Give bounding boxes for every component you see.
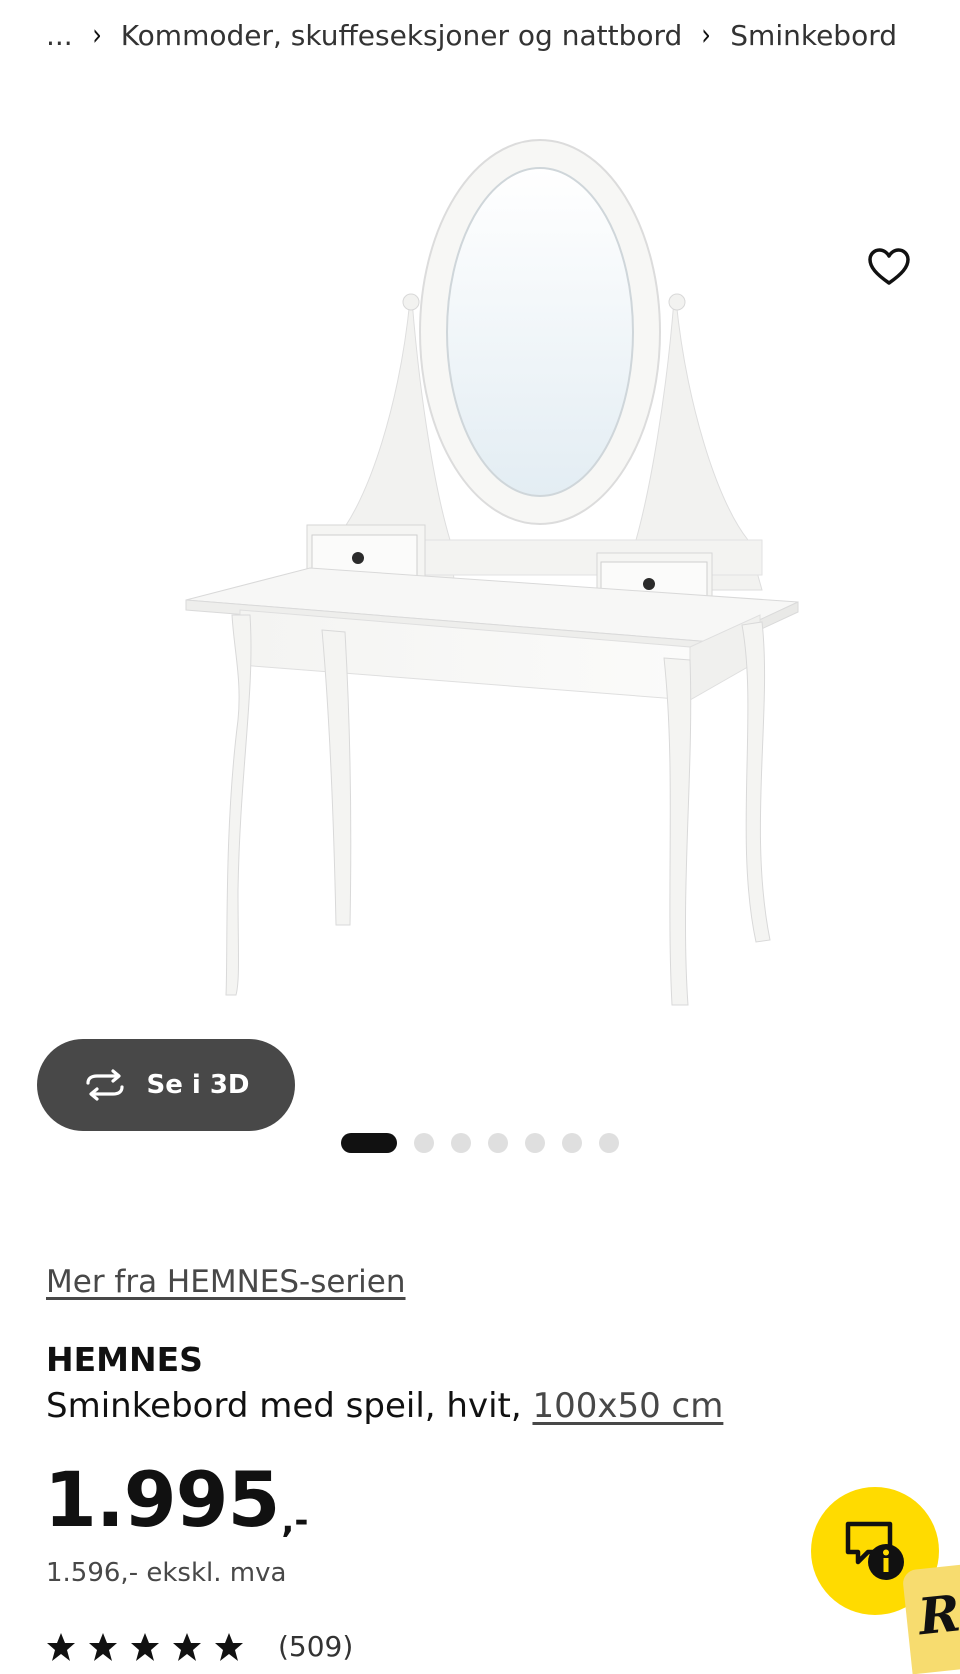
product-name: HEMNES: [46, 1340, 203, 1379]
gallery-dot[interactable]: [488, 1133, 508, 1153]
product-description-text: Sminkebord med speil, hvit,: [46, 1386, 533, 1426]
favorite-button[interactable]: [860, 238, 918, 296]
heart-icon: [868, 248, 910, 285]
product-rating[interactable]: (509): [46, 1630, 353, 1663]
star-icon: [173, 1632, 201, 1661]
badge-letter: R: [915, 1583, 960, 1647]
chevron-right-icon: ›: [701, 17, 712, 53]
product-description: Sminkebord med speil, hvit, 100x50 cm: [46, 1386, 723, 1426]
gallery-dot[interactable]: [414, 1133, 434, 1153]
product-size-link[interactable]: 100x50 cm: [532, 1386, 723, 1426]
view-in-3d-label: Se i 3D: [146, 1070, 250, 1100]
view-in-3d-button[interactable]: Se i 3D: [37, 1039, 295, 1131]
breadcrumb-item-sminkebord[interactable]: Sminkebord: [730, 19, 897, 52]
product-price: 1.995 ,-: [44, 1455, 309, 1544]
price-ex-vat: 1.596,- ekskl. mva: [46, 1558, 287, 1588]
star-icon: [131, 1632, 159, 1661]
corner-badge[interactable]: R: [901, 1563, 960, 1674]
gallery-dot[interactable]: [451, 1133, 471, 1153]
price-amount: 1.995: [44, 1455, 280, 1544]
breadcrumb-item-kommoder[interactable]: Kommoder, skuffeseksjoner og nattbord: [121, 19, 683, 52]
rating-stars: [46, 1632, 244, 1662]
series-link[interactable]: Mer fra HEMNES-serien: [46, 1264, 406, 1300]
breadcrumb-ellipsis[interactable]: ...: [46, 19, 73, 52]
gallery-dot[interactable]: [562, 1133, 582, 1153]
gallery-dot[interactable]: [525, 1133, 545, 1153]
star-icon: [215, 1632, 243, 1661]
star-icon: [47, 1632, 75, 1661]
star-icon: [89, 1632, 117, 1661]
rotate-3d-icon: [86, 1069, 125, 1101]
review-count[interactable]: (509): [278, 1630, 353, 1663]
breadcrumb: ... › Kommoder, skuffeseksjoner og nattb…: [46, 14, 897, 56]
chat-info-icon: [845, 1521, 904, 1580]
gallery-dot[interactable]: [599, 1133, 619, 1153]
product-image[interactable]: [0, 70, 960, 1100]
gallery-pagination: [0, 1133, 960, 1153]
product-gallery[interactable]: Se i 3D: [0, 70, 960, 1131]
gallery-dot[interactable]: [341, 1133, 397, 1153]
price-suffix: ,-: [281, 1501, 309, 1541]
chevron-right-icon: ›: [91, 17, 102, 53]
